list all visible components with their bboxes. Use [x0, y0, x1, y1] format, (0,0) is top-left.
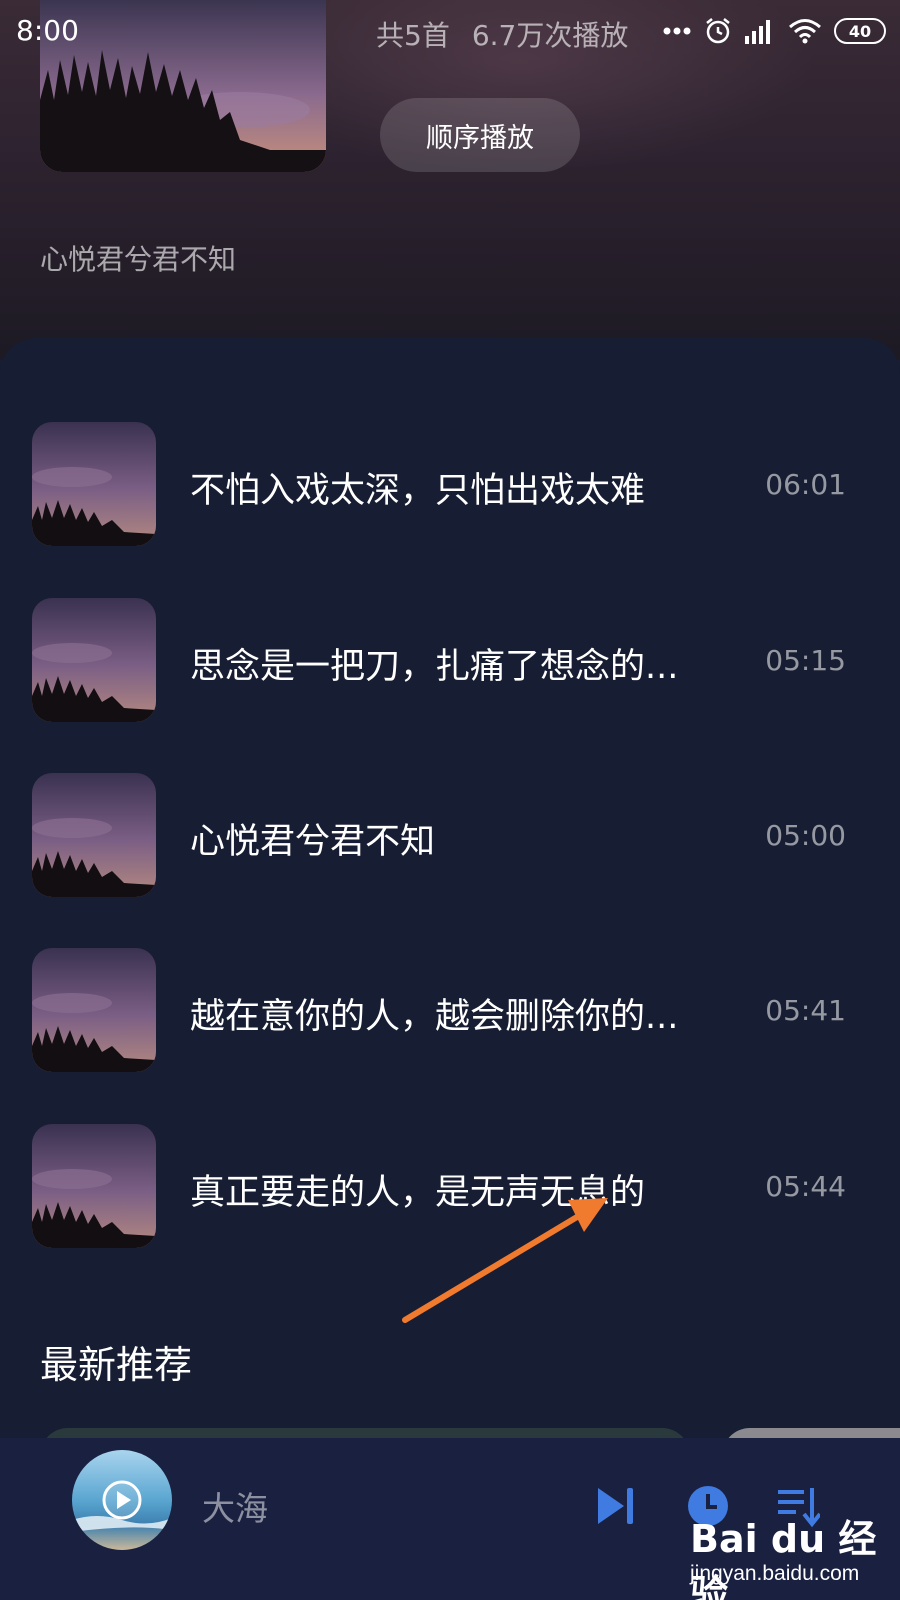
section-title-recommend: 最新推荐 [40, 1343, 193, 1387]
battery-icon: 40 [834, 18, 886, 44]
song-thumbnail [32, 1124, 156, 1248]
playlist-description: 心悦君兮君不知 [40, 243, 237, 276]
song-thumbnail [32, 948, 156, 1072]
play-count: 6.7万次播放 [471, 19, 629, 52]
status-icons: 40 [662, 14, 886, 48]
song-duration: 05:44 [765, 1170, 846, 1203]
song-duration: 05:15 [765, 644, 846, 677]
song-title: 心悦君兮君不知 [190, 822, 436, 862]
wifi-icon [789, 19, 821, 44]
song-title: 真正要走的人，是无声无息的 [190, 1173, 646, 1213]
song-row[interactable]: 心悦君兮君不知 05:00 [0, 773, 900, 897]
song-row[interactable]: 越在意你的人，越会删除你的... 05:41 [0, 948, 900, 1072]
song-title: 越在意你的人，越会删除你的... [190, 997, 679, 1037]
song-title: 不怕入戏太深，只怕出戏太难 [190, 471, 646, 511]
song-duration: 05:00 [765, 819, 846, 852]
baidu-watermark-url: jingyan.baidu.com [690, 1562, 860, 1585]
song-thumbnail [32, 422, 156, 546]
song-row[interactable]: 真正要走的人，是无声无息的 05:44 [0, 1124, 900, 1248]
battery-level: 40 [848, 21, 872, 41]
baidu-watermark-logo: Bai du 经验 [690, 1517, 877, 1600]
song-thumbnail [32, 773, 156, 897]
play-order-button[interactable]: 顺序播放 [380, 98, 580, 172]
song-title: 思念是一把刀，扎痛了想念的... [190, 647, 679, 687]
song-thumbnail [32, 598, 156, 722]
mini-player-title: 大海 [202, 1489, 268, 1528]
playlist-stats: 共5首 6.7万次播放 [376, 14, 628, 54]
song-row[interactable]: 不怕入戏太深，只怕出戏太难 06:01 [0, 422, 900, 546]
status-time: 8:00 [16, 14, 79, 47]
song-duration: 05:41 [765, 994, 846, 1027]
more-dots-icon [663, 27, 691, 35]
song-duration: 06:01 [765, 468, 846, 501]
signal-icon [745, 20, 770, 44]
alarm-icon [706, 18, 730, 44]
song-count: 共5首 [376, 19, 450, 52]
song-row[interactable]: 思念是一把刀，扎痛了想念的... 05:15 [0, 598, 900, 722]
mini-player-cover[interactable] [72, 1450, 172, 1550]
skip-next-icon[interactable] [596, 1486, 638, 1526]
